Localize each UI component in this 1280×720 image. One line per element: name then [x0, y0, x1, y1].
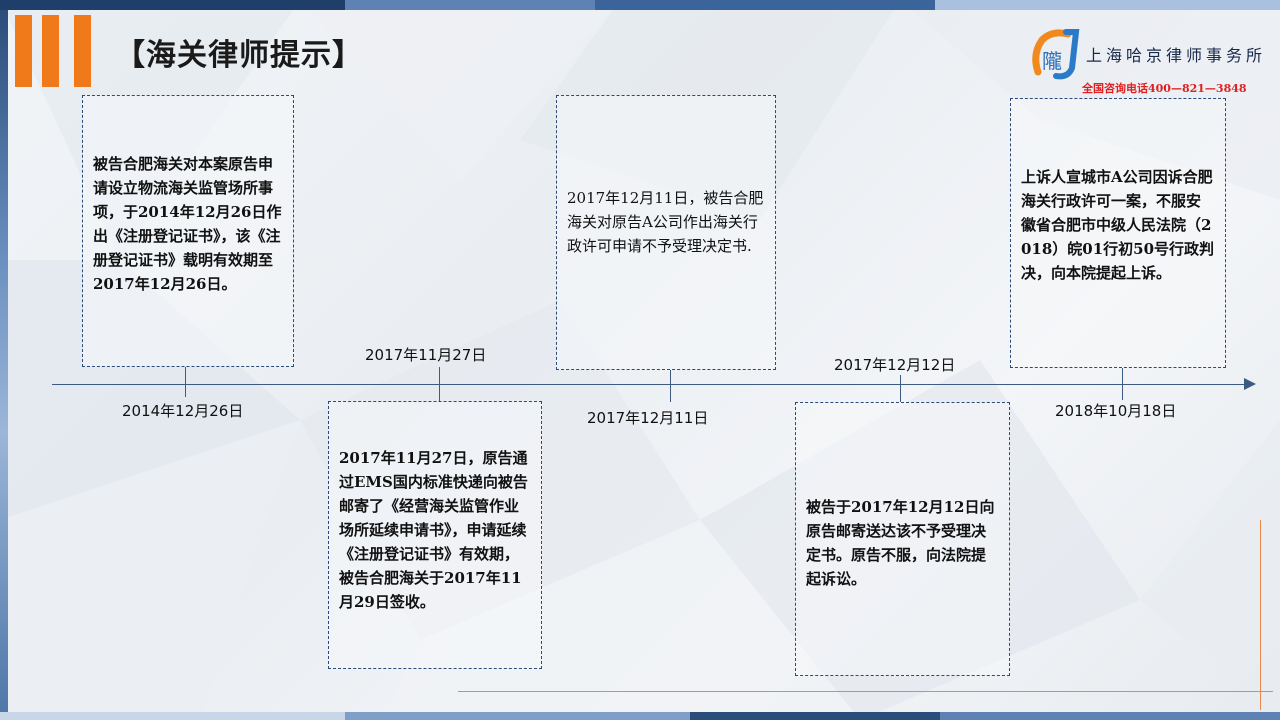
- orange-accent-bar: [15, 15, 32, 87]
- event-tick-2: [439, 367, 440, 401]
- event-date-3: 2017年12月11日: [587, 409, 709, 427]
- event-tick-3: [670, 370, 671, 402]
- event-tick-4: [900, 375, 901, 402]
- event-date-1: 2014年12月26日: [122, 402, 244, 420]
- event-box-2: 2017年11月27日，原告通过EMS国内标准快递向被告邮寄了《经营海关监管作业…: [328, 401, 542, 669]
- event-box-3: 2017年12月11日，被告合肥海关对原告A公司作出海关行政许可申请不予受理决定…: [556, 95, 776, 370]
- event-date-2: 2017年11月27日: [365, 346, 487, 364]
- logo-character: 隴: [1042, 49, 1062, 73]
- event-text-4: 被告于2017年12月12日向原告邮寄送达该不予受理决定书。原告不服，向法院提起…: [806, 498, 995, 588]
- event-text-1: 被告合肥海关对本案原告申请设立物流海关监管场所事项，于2014年12月26日作出…: [93, 155, 282, 293]
- firm-logo-block: 隴 上海哈京律师事务所 全国咨询电话400—821—3848: [1028, 28, 1268, 98]
- timeline-arrow-icon: [1244, 378, 1256, 390]
- event-box-1: 被告合肥海关对本案原告申请设立物流海关监管场所事项，于2014年12月26日作出…: [82, 95, 294, 367]
- top-color-bar: [0, 0, 1280, 10]
- decorative-line: [458, 691, 1273, 692]
- event-text-3: 2017年12月11日，被告合肥海关对原告A公司作出海关行政许可申请不予受理决定…: [567, 189, 764, 255]
- orange-accent-bar: [42, 15, 59, 87]
- event-box-4: 被告于2017年12月12日向原告邮寄送达该不予受理决定书。原告不服，向法院提起…: [795, 402, 1010, 676]
- event-tick-1: [185, 367, 186, 397]
- event-tick-5: [1122, 368, 1123, 400]
- event-date-4: 2017年12月12日: [834, 356, 956, 374]
- decorative-line: [1260, 520, 1261, 710]
- bottom-color-bar: [0, 712, 1280, 720]
- event-date-5: 2018年10月18日: [1055, 402, 1177, 420]
- left-color-stripe: [0, 10, 8, 712]
- hotline-text: 全国咨询电话400—821—3848: [1082, 82, 1247, 95]
- orange-accent-bar: [74, 15, 91, 87]
- firm-logo-icon: 隴: [1032, 29, 1080, 80]
- event-box-5: 上诉人宣城市A公司因诉合肥海关行政许可一案，不服安徽省合肥市中级人民法院（201…: [1010, 98, 1226, 368]
- event-text-2: 2017年11月27日，原告通过EMS国内标准快递向被告邮寄了《经营海关监管作业…: [339, 449, 528, 611]
- page-title: 【海关律师提示】: [115, 38, 363, 73]
- timeline-axis: [52, 384, 1250, 385]
- firm-name: 上海哈京律师事务所: [1086, 46, 1267, 65]
- event-text-5: 上诉人宣城市A公司因诉合肥海关行政许可一案，不服安徽省合肥市中级人民法院（201…: [1021, 168, 1215, 282]
